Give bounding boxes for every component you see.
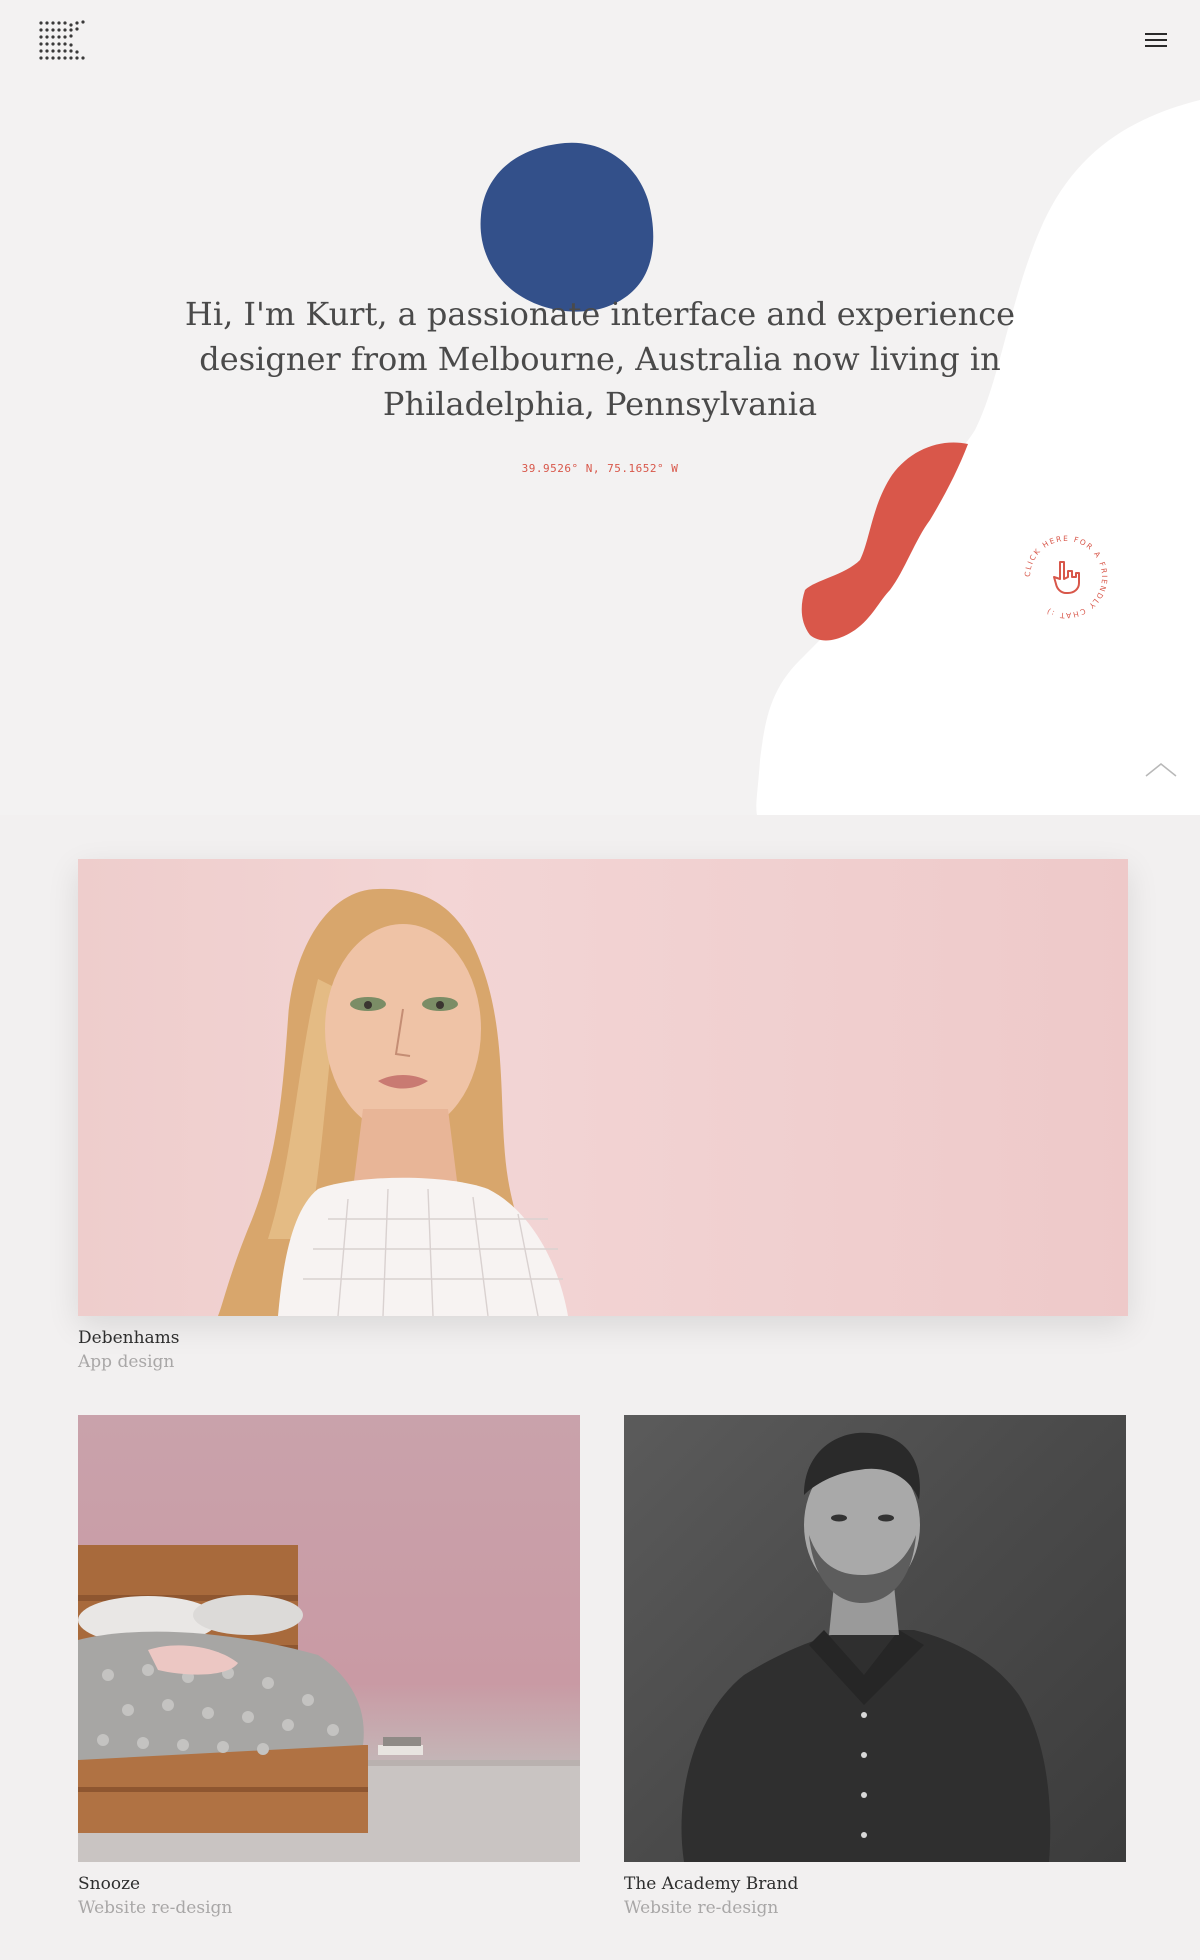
project-category: App design <box>78 1352 175 1372</box>
hamburger-menu-icon-bar <box>1145 45 1167 47</box>
dot-grid-logo-icon <box>39 20 85 60</box>
project-card-the-academy-brand[interactable]: The Academy Brand Website re-design <box>624 1415 1126 1925</box>
scroll-up-button[interactable] <box>1144 758 1178 780</box>
hamburger-menu-icon-bar <box>1145 33 1167 35</box>
project-name[interactable]: Snooze <box>78 1874 140 1894</box>
project-category: Website re-design <box>78 1898 233 1918</box>
blue-blob-shape <box>480 142 654 312</box>
intro-heading: Hi, I'm Kurt, a passionate interface and… <box>184 295 1016 423</box>
bedroom-image <box>78 1545 580 1862</box>
hero-section: Hi, I'm Kurt, a passionate interface and… <box>0 0 1200 815</box>
chat-badge-button[interactable]: CLICK HERE FOR A FRIENDLY CHAT :) <box>1016 527 1116 627</box>
project-category: Website re-design <box>624 1898 779 1918</box>
portrait-man-image <box>681 1432 1051 1862</box>
project-name[interactable]: Debenhams <box>78 1328 180 1348</box>
project-thumbnail[interactable] <box>78 859 1128 1316</box>
project-card-snooze[interactable]: Snooze Website re-design <box>78 1415 580 1925</box>
hamburger-menu-icon-bar <box>1145 39 1167 41</box>
location-coordinates: 39.9526° N, 75.1652° W <box>521 462 679 475</box>
chevron-up-icon <box>1145 763 1177 777</box>
project-thumbnail[interactable] <box>78 1415 580 1862</box>
white-blob-shape <box>756 100 1200 815</box>
pointing-hand-icon <box>1053 561 1080 594</box>
chat-badge-graphic: CLICK HERE FOR A FRIENDLY CHAT :) <box>1023 534 1108 620</box>
project-name[interactable]: The Academy Brand <box>624 1874 798 1894</box>
project-card-debenhams[interactable]: Debenhams App design <box>78 859 1128 1379</box>
menu-button[interactable] <box>1138 28 1174 52</box>
portrait-woman-image <box>218 888 568 1316</box>
project-thumbnail[interactable] <box>624 1415 1126 1862</box>
logo[interactable] <box>38 20 86 60</box>
